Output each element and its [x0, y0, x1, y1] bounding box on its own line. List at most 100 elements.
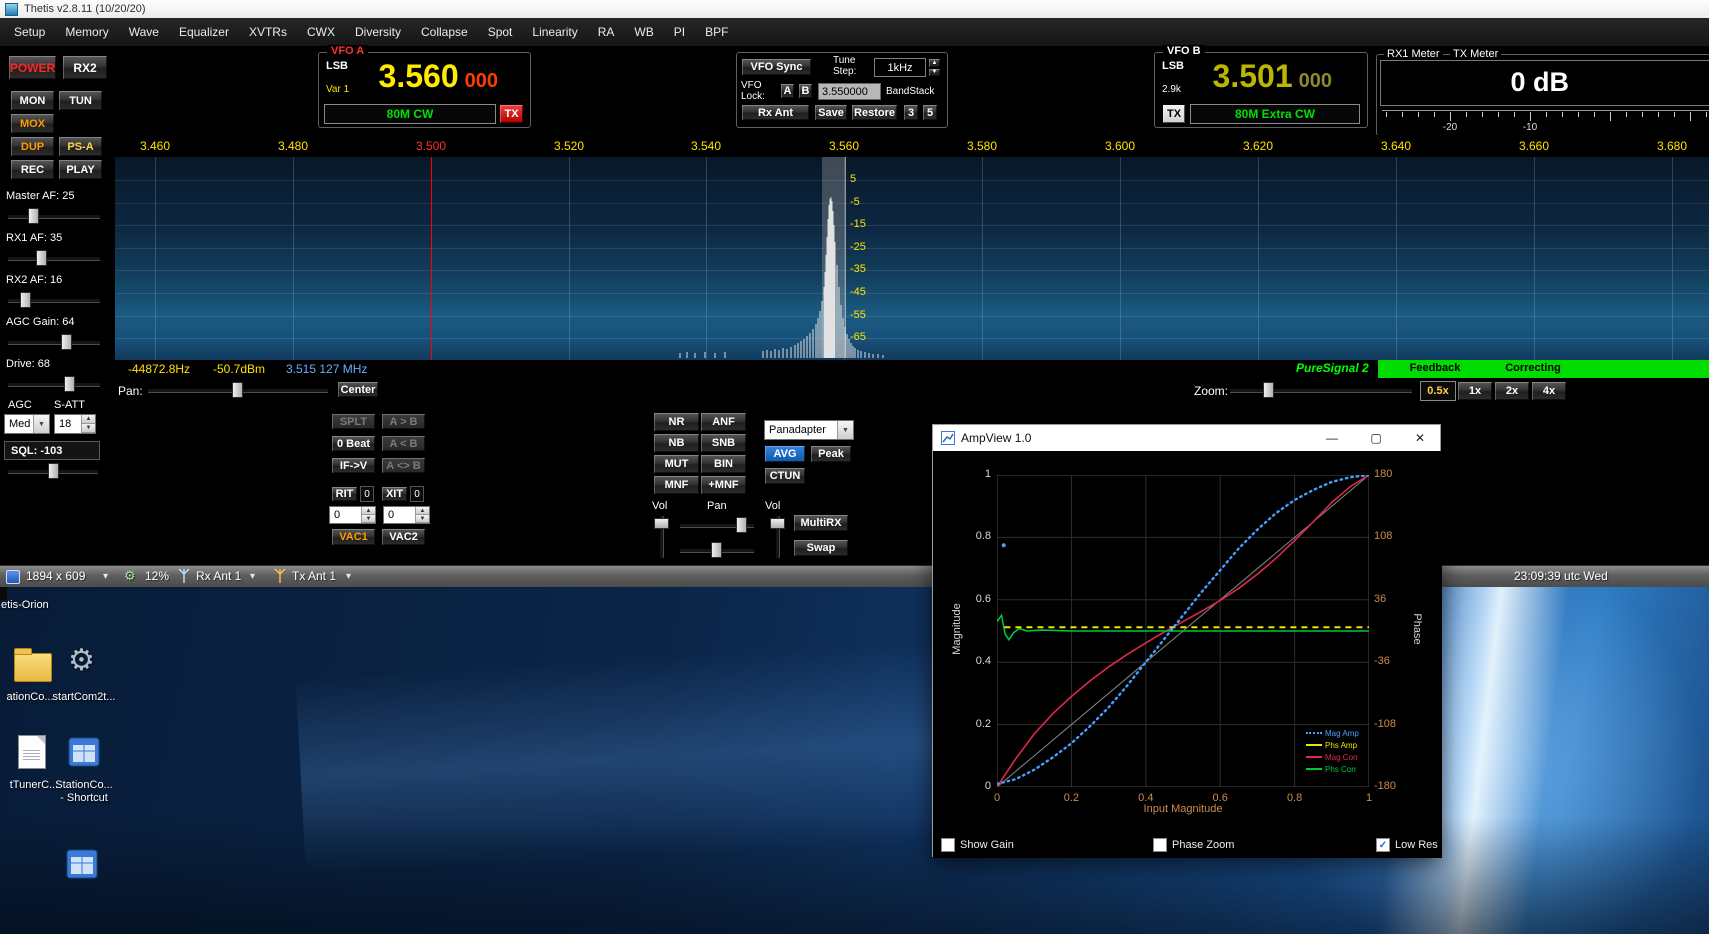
power-button[interactable]: POWER: [8, 55, 57, 80]
chevron-down-icon[interactable]: ▾: [250, 571, 255, 582]
tx-antenna-selector[interactable]: Tx Ant 1: [292, 569, 336, 583]
menu-wb[interactable]: WB: [624, 25, 663, 39]
zoom-slider[interactable]: [1228, 381, 1414, 398]
rec-button[interactable]: REC: [10, 159, 55, 180]
squelch-slider[interactable]: [6, 462, 100, 479]
spin-up-icon[interactable]: ▲: [416, 507, 429, 515]
panadapter-display[interactable]: 3.4603.4803.5003.5203.5403.5603.5803.600…: [115, 135, 1709, 360]
if-to-vfo-button[interactable]: IF->V: [331, 457, 376, 474]
low-res-checkbox-row[interactable]: ✓Low Res: [1376, 837, 1438, 853]
pan-slider[interactable]: [146, 381, 330, 398]
ampview-titlebar[interactable]: AmpView 1.0 — ▢ ✕: [933, 425, 1440, 451]
zoom-4x-button[interactable]: 4x: [1531, 381, 1567, 401]
xit-button[interactable]: XIT: [381, 486, 408, 502]
vfo-a-frequency[interactable]: 3.560 000: [352, 58, 498, 100]
xit-stepper[interactable]: 0 ▲▼: [383, 506, 430, 524]
avg-button[interactable]: AVG: [764, 445, 806, 463]
frequency-entry[interactable]: 3.550000: [818, 83, 881, 100]
spin-up-icon[interactable]: ▲: [362, 507, 375, 515]
show-gain-checkbox-row[interactable]: Show Gain: [941, 837, 1014, 853]
document-icon[interactable]: [18, 735, 46, 769]
dsp-anf-button[interactable]: ANF: [700, 412, 747, 432]
low-res-checkbox[interactable]: ✓: [1376, 838, 1390, 852]
rx1-volume-slider[interactable]: [653, 514, 668, 560]
close-icon[interactable]: ✕: [1398, 425, 1442, 451]
tune-step-up-icon[interactable]: ▲: [928, 58, 941, 68]
phase-zoom-checkbox[interactable]: [1153, 838, 1167, 852]
b-to-a-button[interactable]: A < B: [381, 435, 426, 452]
bandstack-5-button[interactable]: 5: [922, 104, 938, 121]
restore-button[interactable]: Restore: [851, 104, 898, 121]
vac2-button[interactable]: VAC2: [381, 528, 426, 546]
dsp-bin-button[interactable]: BIN: [700, 454, 747, 474]
rx2-volume-slider[interactable]: [769, 514, 784, 560]
tune-step-stepper[interactable]: ▲ ▼: [928, 58, 941, 77]
zoom-0.5x-button[interactable]: 0.5x: [1420, 381, 1456, 401]
spectrum-plot[interactable]: 5-5-15-25-35-45-55-65: [115, 157, 1709, 360]
menu-memory[interactable]: Memory: [55, 25, 118, 39]
mox-button[interactable]: MOX: [10, 113, 55, 134]
squelch-button[interactable]: SQL: -103: [4, 441, 100, 460]
vfo-b-frequency[interactable]: 3.501 000: [1186, 58, 1332, 100]
split-button[interactable]: SPLT: [331, 413, 376, 430]
chevron-down-icon[interactable]: ▼: [837, 421, 853, 439]
lock-a-button[interactable]: A: [780, 83, 795, 99]
maximize-icon[interactable]: ▢: [1354, 425, 1398, 451]
app-window-icon[interactable]: [68, 737, 100, 772]
center-button[interactable]: Center: [337, 381, 379, 398]
s-att-stepper[interactable]: 18 ▲▼: [54, 414, 96, 434]
vfo-a-tx-indicator[interactable]: TX: [499, 104, 524, 124]
display-size-value[interactable]: 1894 x 609: [26, 569, 85, 583]
vfo-b-tx-indicator[interactable]: TX: [1162, 104, 1186, 124]
rx1-pan-slider[interactable]: [678, 516, 756, 531]
gear-icon[interactable]: ⚙: [68, 643, 95, 678]
rx-ant-button[interactable]: Rx Ant: [741, 104, 810, 121]
swap-button[interactable]: Swap: [793, 539, 849, 557]
spin-down-icon[interactable]: ▼: [362, 515, 375, 523]
app-window-icon[interactable]: [66, 849, 98, 884]
menu-pi[interactable]: PI: [664, 25, 695, 39]
spin-down-icon[interactable]: ▼: [82, 424, 95, 433]
rx2-button[interactable]: RX2: [62, 55, 108, 80]
zero-beat-button[interactable]: 0 Beat: [331, 435, 376, 452]
multirx-button[interactable]: MultiRX: [793, 514, 849, 532]
dsp-snb-button[interactable]: SNB: [700, 433, 747, 453]
menu-spot[interactable]: Spot: [478, 25, 523, 39]
rx2-pan-slider[interactable]: [678, 541, 756, 556]
play-button[interactable]: PLAY: [58, 159, 103, 180]
rit-button[interactable]: RIT: [331, 486, 358, 502]
phase-zoom-checkbox-row[interactable]: Phase Zoom: [1153, 837, 1234, 853]
menu-cwx[interactable]: CWX: [297, 25, 345, 39]
tx-meter-label[interactable]: TX Meter: [1450, 48, 1501, 60]
ctun-button[interactable]: CTUN: [764, 467, 806, 485]
a-swap-b-button[interactable]: A <> B: [381, 457, 426, 474]
rx2-af-slider[interactable]: [6, 291, 102, 308]
spin-down-icon[interactable]: ▼: [416, 515, 429, 523]
zoom-1x-button[interactable]: 1x: [1457, 381, 1493, 401]
dsp-mnf-button[interactable]: MNF: [653, 475, 700, 495]
tun-button[interactable]: TUN: [58, 90, 103, 111]
zoom-2x-button[interactable]: 2x: [1494, 381, 1530, 401]
dup-button[interactable]: DUP: [10, 136, 55, 157]
menu-linearity[interactable]: Linearity: [522, 25, 587, 39]
folder-icon[interactable]: [14, 653, 52, 682]
rit-stepper[interactable]: 0 ▲▼: [329, 506, 376, 524]
chevron-down-icon[interactable]: ▾: [103, 571, 108, 582]
a-to-b-button[interactable]: A > B: [381, 413, 426, 430]
minimize-icon[interactable]: —: [1310, 425, 1354, 451]
menu-xvtrs[interactable]: XVTRs: [239, 25, 297, 39]
vac1-button[interactable]: VAC1: [331, 528, 376, 546]
menu-collapse[interactable]: Collapse: [411, 25, 478, 39]
agc-mode-select[interactable]: Med ▼: [4, 414, 50, 434]
chevron-down-icon[interactable]: ▼: [33, 415, 49, 433]
display-mode-select[interactable]: Panadapter ▼: [764, 420, 854, 440]
dsp-nr-button[interactable]: NR: [653, 412, 700, 432]
rx1-af-slider[interactable]: [6, 249, 102, 266]
menu-diversity[interactable]: Diversity: [345, 25, 411, 39]
drive-slider[interactable]: [6, 375, 102, 392]
tune-step-down-icon[interactable]: ▼: [928, 68, 941, 78]
master-af-slider[interactable]: [6, 207, 102, 224]
menu-wave[interactable]: Wave: [119, 25, 169, 39]
chevron-down-icon[interactable]: ▾: [346, 571, 351, 582]
menu-setup[interactable]: Setup: [4, 25, 55, 39]
